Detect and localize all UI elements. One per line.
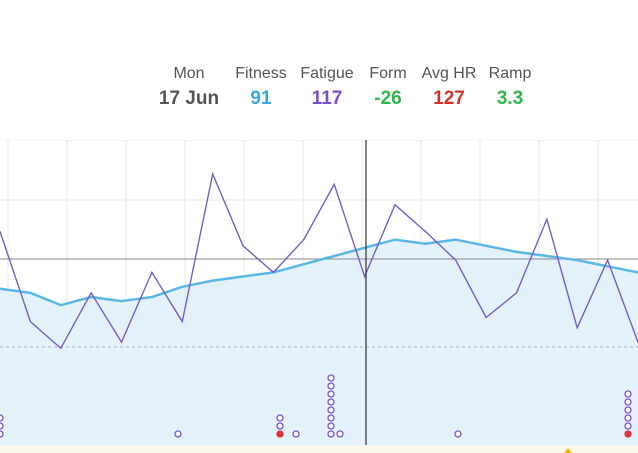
stat-date: Mon 17 Jun bbox=[150, 64, 228, 112]
stat-label: Ramp bbox=[488, 65, 532, 82]
stat-fatigue: Fatigue 117 bbox=[294, 64, 360, 112]
activity-dot[interactable] bbox=[0, 430, 4, 438]
fitness-area bbox=[0, 239, 638, 445]
activity-dot[interactable] bbox=[174, 430, 182, 438]
stat-fitness: Fitness 91 bbox=[228, 64, 294, 112]
activity-dot[interactable] bbox=[276, 430, 284, 438]
activity-dot[interactable] bbox=[624, 414, 632, 422]
activity-dot[interactable] bbox=[0, 422, 4, 430]
stat-label: Avg HR bbox=[421, 65, 477, 82]
stat-value: 91 bbox=[250, 88, 272, 109]
stat-value: -26 bbox=[374, 88, 402, 109]
activity-dot[interactable] bbox=[276, 414, 284, 422]
activity-dot[interactable] bbox=[624, 406, 632, 414]
activity-dot[interactable] bbox=[276, 422, 284, 430]
activity-dot[interactable] bbox=[624, 390, 632, 398]
stat-ramp: Ramp 3.3 bbox=[482, 64, 538, 112]
activity-dot[interactable] bbox=[624, 422, 632, 430]
stat-label: Form bbox=[369, 65, 407, 82]
activity-dot[interactable] bbox=[336, 430, 344, 438]
stat-value: 127 bbox=[433, 88, 465, 109]
activity-dot[interactable] bbox=[327, 414, 335, 422]
activity-dot[interactable] bbox=[454, 430, 462, 438]
stats-header: Mon 17 Jun Fitness 91 Fatigue 117 Form -… bbox=[150, 64, 538, 112]
activity-dot[interactable] bbox=[624, 398, 632, 406]
activity-dot[interactable] bbox=[327, 406, 335, 414]
stat-label: Fatigue bbox=[300, 65, 354, 82]
activity-dot[interactable] bbox=[327, 422, 335, 430]
activity-dot[interactable] bbox=[292, 430, 300, 438]
activity-dot[interactable] bbox=[327, 430, 335, 438]
stat-label: Fitness bbox=[235, 65, 287, 82]
stat-value: 17 Jun bbox=[158, 88, 220, 109]
event-strip bbox=[0, 445, 638, 453]
stat-form: Form -26 bbox=[360, 64, 416, 112]
fitness-chart[interactable] bbox=[0, 140, 638, 453]
activity-dot[interactable] bbox=[327, 398, 335, 406]
activity-dot[interactable] bbox=[0, 414, 4, 422]
stat-value: 117 bbox=[311, 88, 343, 109]
activity-dot[interactable] bbox=[327, 374, 335, 382]
stat-avg-hr: Avg HR 127 bbox=[416, 64, 482, 112]
activity-dot[interactable] bbox=[327, 390, 335, 398]
stat-label: Mon bbox=[173, 65, 205, 82]
activity-dot[interactable] bbox=[624, 430, 632, 438]
stat-value: 3.3 bbox=[496, 88, 524, 109]
activity-dot[interactable] bbox=[327, 382, 335, 390]
